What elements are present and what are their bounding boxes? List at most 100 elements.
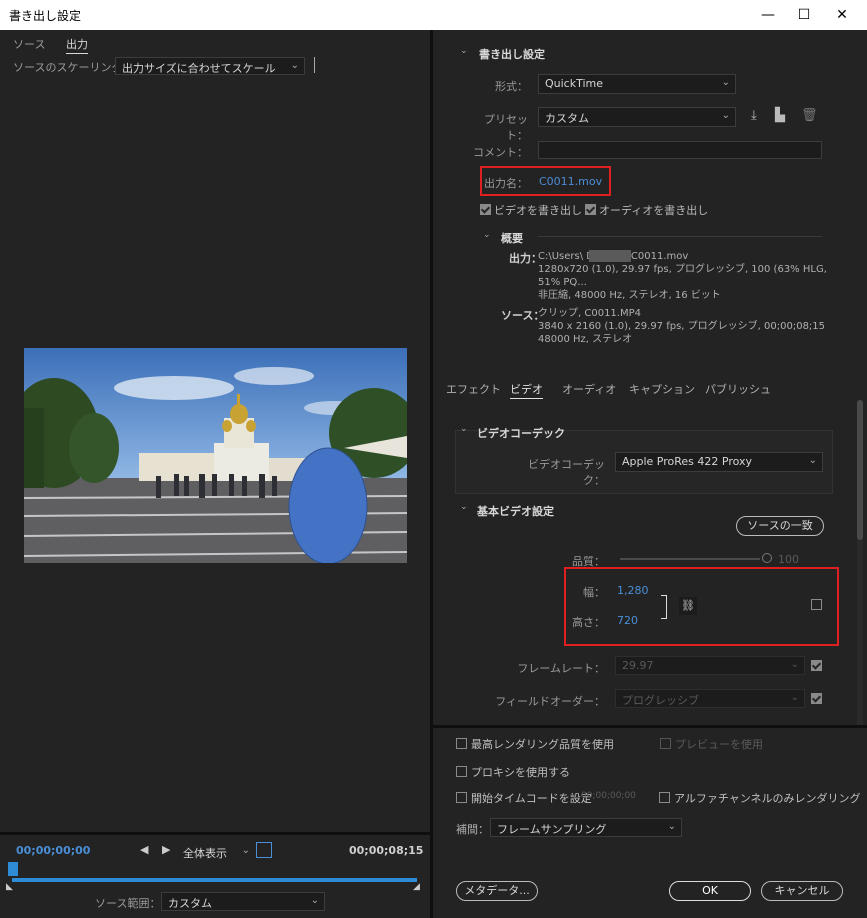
codec-select[interactable]: Apple ProRes 422 Proxy ⌄ <box>615 452 823 472</box>
settings-tabs: エフェクト ビデオ オーディオ キャプション パブリッシュ <box>433 375 867 401</box>
chevron-down-icon: ⌄ <box>310 895 319 906</box>
link-bracket <box>661 595 667 619</box>
chevron-down-icon[interactable]: ⌄ <box>483 230 491 240</box>
alpha-only-checkbox[interactable] <box>659 792 670 803</box>
close-button[interactable]: ✕ <box>824 0 860 30</box>
export-video-label: ビデオを書き出し <box>494 204 582 217</box>
summary-source-line: 48000 Hz, ステレオ <box>538 334 633 345</box>
summary-title: 概要 <box>501 232 523 245</box>
max-render-label: 最高レンダリング品質を使用 <box>471 738 614 751</box>
ok-button[interactable]: OK <box>669 881 751 901</box>
chevron-down-icon: ⌄ <box>790 659 799 670</box>
save-preset-icon[interactable]: ⤓ <box>751 108 757 123</box>
format-value: QuickTime <box>545 77 604 90</box>
summary-source: クリップ, C0011.MP4 3840 x 2160 (1.0), 29.97… <box>538 307 838 346</box>
tab-source[interactable]: ソース <box>13 36 45 52</box>
use-preview-checkbox[interactable] <box>660 738 671 749</box>
fit-icon[interactable] <box>256 842 272 858</box>
format-select[interactable]: QuickTime ⌄ <box>538 74 736 94</box>
chevron-down-icon: ⌄ <box>721 110 730 121</box>
width-label: 幅： <box>583 586 605 599</box>
unlink-icon[interactable]: ⛓ <box>679 597 697 615</box>
comment-input[interactable] <box>538 141 822 159</box>
out-point-icon[interactable]: ◢ <box>413 882 420 892</box>
zoom-select[interactable]: 全体表示 ⌄ <box>176 842 256 860</box>
tab-audio[interactable]: オーディオ <box>562 381 616 397</box>
tab-publish[interactable]: パブリッシュ <box>705 381 771 397</box>
format-label: 形式： <box>495 80 528 93</box>
prev-marker-icon[interactable]: ◀ <box>140 843 148 856</box>
field-order-checkbox[interactable] <box>811 693 822 704</box>
zoom-value: 全体表示 <box>183 847 227 860</box>
height-label: 高さ： <box>572 616 605 629</box>
dimension-highlight <box>564 567 839 646</box>
timeline-range-bar[interactable] <box>12 878 417 882</box>
source-range-label: ソース範囲： <box>95 897 161 910</box>
frame-rate-select[interactable]: 29.97 ⌄ <box>615 656 805 675</box>
codec-value: Apple ProRes 422 Proxy <box>622 455 753 468</box>
timecode-start[interactable]: 00;00;00;00 <box>16 844 90 857</box>
interp-label: 補間： <box>456 823 489 836</box>
scaling-select[interactable]: 出力サイズに合わせてスケール ⌄ <box>115 57 305 75</box>
export-video-checkbox[interactable] <box>480 204 491 215</box>
preview-panel: ソース 出力 ソースのスケーリング： 出力サイズに合わせてスケール ⌄ 00;0… <box>0 30 430 918</box>
interp-select[interactable]: フレームサンプリング ⌄ <box>490 818 682 837</box>
tab-captions[interactable]: キャプション <box>629 381 695 397</box>
preset-label: プリセット： <box>484 113 528 142</box>
tab-video[interactable]: ビデオ <box>510 381 543 399</box>
metadata-button[interactable]: メタデータ... <box>456 881 538 901</box>
dimension-checkbox[interactable] <box>811 599 822 610</box>
set-timecode-label: 開始タイムコードを設定 <box>471 792 592 805</box>
codec-label: ビデオコーデック： <box>528 458 605 487</box>
tab-effects[interactable]: エフェクト <box>446 381 501 397</box>
export-settings-title: 書き出し設定 <box>479 48 545 61</box>
match-source-button[interactable]: ソースの一致 <box>736 516 824 536</box>
preset-select[interactable]: カスタム ⌄ <box>538 107 736 127</box>
preset-value: カスタム <box>545 112 589 125</box>
timecode-end: 00;00;08;15 <box>349 844 424 857</box>
chevron-down-icon[interactable]: ⌄ <box>460 502 468 512</box>
export-audio-checkbox[interactable] <box>585 204 596 215</box>
playhead-icon[interactable] <box>8 862 18 876</box>
quality-slider[interactable] <box>620 558 760 560</box>
next-marker-icon[interactable]: ▶ <box>162 843 170 856</box>
height-value[interactable]: 720 <box>617 614 638 627</box>
summary-divider <box>538 236 822 237</box>
field-order-value: プログレッシブ <box>622 694 699 707</box>
field-order-select[interactable]: プログレッシブ ⌄ <box>615 689 805 708</box>
chevron-down-icon: ⌄ <box>290 60 299 71</box>
title-bar: 書き出し設定 — ☐ ✕ <box>0 0 867 30</box>
chevron-down-icon[interactable]: ⌄ <box>460 46 468 56</box>
alpha-only-label: アルファチャンネルのみレンダリング <box>674 792 861 805</box>
use-proxy-checkbox[interactable] <box>456 766 467 777</box>
frame-rate-checkbox[interactable] <box>811 660 822 671</box>
settings-panel: ⌄ 書き出し設定 形式： QuickTime ⌄ プリセット： カスタム ⌄ ⤓… <box>433 30 867 918</box>
quality-slider-handle[interactable] <box>762 553 772 563</box>
width-value[interactable]: 1,280 <box>617 584 649 597</box>
scrollbar-thumb[interactable] <box>857 400 863 540</box>
output-name-label: 出力名： <box>484 177 528 190</box>
source-range-select[interactable]: カスタム ⌄ <box>161 892 325 911</box>
delete-preset-icon[interactable]: 🗑 <box>801 108 818 123</box>
interp-value: フレームサンプリング <box>497 823 607 836</box>
chevron-down-icon[interactable]: ⌄ <box>460 424 468 434</box>
tab-output[interactable]: 出力 <box>66 36 88 54</box>
set-timecode-checkbox[interactable] <box>456 792 467 803</box>
video-preview <box>24 348 407 563</box>
output-name-link[interactable]: C0011.mov <box>539 175 602 188</box>
max-render-checkbox[interactable] <box>456 738 467 749</box>
summary-output-line: 非圧縮, 48000 Hz, ステレオ, 16 ビット <box>538 290 721 301</box>
bottom-divider <box>433 725 867 728</box>
import-preset-icon[interactable]: ▙ <box>775 108 785 123</box>
maximize-button[interactable]: ☐ <box>786 0 822 30</box>
summary-output-line: C:\Users\ Desktop\C0011.mov <box>538 251 689 262</box>
timecode-input[interactable]: 00;00;00;00 <box>581 791 636 801</box>
quality-value: 100 <box>778 553 799 566</box>
minimize-button[interactable]: — <box>750 0 786 30</box>
in-point-icon[interactable]: ◣ <box>6 882 13 892</box>
frame-rate-label: フレームレート： <box>517 662 605 675</box>
chevron-down-icon: ⌄ <box>808 455 817 466</box>
frame-rate-value: 29.97 <box>622 659 654 672</box>
cancel-button[interactable]: キャンセル <box>761 881 843 901</box>
